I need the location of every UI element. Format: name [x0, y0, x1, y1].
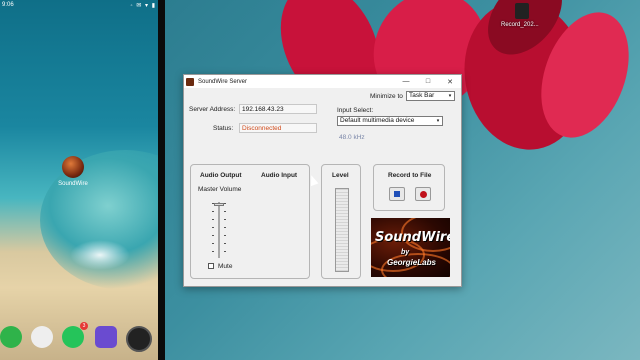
whatsapp-badge: 3 — [80, 322, 88, 330]
master-volume-slider[interactable] — [218, 202, 220, 258]
stop-icon — [394, 191, 400, 197]
record-to-file-label: Record to File — [388, 172, 432, 179]
slider-tick — [224, 203, 226, 204]
slider-tick — [224, 219, 226, 220]
level-panel: Level — [321, 164, 361, 279]
master-volume-label: Master Volume — [198, 186, 242, 193]
slider-tick — [212, 243, 214, 244]
status-label: Status: — [213, 125, 234, 132]
logo-company: GeorgieLabs — [387, 258, 436, 267]
phone-status-bar: 9:06 ◦ ✉ ▾ ▮ — [2, 2, 156, 12]
soundwire-server-window: SoundWire Server — □ ✕ Minimize to Task … — [183, 74, 462, 287]
window-title: SoundWire Server — [198, 78, 248, 85]
soundwire-app-icon — [186, 77, 194, 86]
window-titlebar[interactable]: SoundWire Server — □ ✕ — [184, 75, 461, 88]
phone-screen: 9:06 ◦ ✉ ▾ ▮ SoundWire 3 — [0, 0, 158, 360]
recording-file-icon[interactable] — [515, 3, 529, 19]
minimize-to-value: Task Bar — [409, 92, 435, 99]
mute-checkbox[interactable] — [208, 263, 214, 269]
wallpaper-foam — [70, 240, 130, 270]
close-button[interactable]: ✕ — [439, 78, 461, 86]
minimize-to-select[interactable]: Task Bar ▾ — [406, 91, 455, 101]
level-meter — [335, 188, 349, 272]
messages-icon[interactable] — [31, 326, 53, 348]
camera-icon[interactable] — [126, 326, 152, 352]
slider-tick — [224, 211, 226, 212]
slider-tick — [212, 227, 214, 228]
mute-label: Mute — [218, 263, 233, 270]
audio-input-tab[interactable]: Audio Input — [261, 172, 297, 179]
slider-tick — [212, 211, 214, 212]
master-volume-thumb[interactable] — [214, 203, 224, 206]
slider-tick — [212, 235, 214, 236]
input-select-value: Default multimedia device — [340, 117, 415, 124]
server-address-label: Server Address: — [189, 106, 236, 113]
logo-by: by — [401, 249, 410, 256]
audio-output-tab[interactable]: Audio Output — [200, 172, 242, 179]
level-label: Level — [332, 172, 349, 179]
slider-tick — [212, 219, 214, 220]
minimize-button[interactable]: — — [395, 78, 417, 86]
status-time: 9:06 — [2, 2, 14, 8]
sample-rate: 48.0 kHz — [339, 134, 365, 141]
input-select-label: Input Select: — [337, 107, 374, 114]
phone-dock: 3 — [0, 322, 158, 352]
logo-title: SoundWire — [375, 230, 450, 245]
server-address-field[interactable]: 192.168.43.23 — [239, 104, 317, 114]
soundwire-app-icon[interactable] — [62, 156, 84, 178]
input-select[interactable]: Default multimedia device ▾ — [337, 116, 443, 126]
screen-divider — [158, 0, 165, 360]
slider-tick — [224, 235, 226, 236]
audio-panel: Audio Output Audio Input Master Volume M… — [190, 164, 310, 279]
stop-button[interactable] — [389, 187, 405, 201]
status-icons: ◦ ✉ ▾ ▮ — [130, 3, 156, 9]
recording-file-label: Record_202... — [501, 22, 539, 28]
slider-tick — [224, 243, 226, 244]
gallery-icon[interactable] — [95, 326, 117, 348]
chevron-down-icon: ▾ — [436, 118, 440, 124]
maximize-button[interactable]: □ — [417, 78, 439, 86]
slider-tick — [224, 251, 226, 252]
whatsapp-icon[interactable] — [62, 326, 84, 348]
status-field: Disconnected — [239, 123, 317, 133]
record-panel: Record to File — [373, 164, 445, 211]
chevron-down-icon: ▾ — [448, 93, 452, 99]
soundwire-app-label: SoundWire — [58, 181, 88, 187]
soundwire-logo: SoundWire by GeorgieLabs — [371, 218, 450, 277]
record-button[interactable] — [415, 187, 431, 201]
minimize-to-label: Minimize to — [370, 93, 403, 100]
slider-tick — [212, 251, 214, 252]
slider-tick — [224, 227, 226, 228]
record-icon — [420, 191, 427, 198]
phone-call-icon[interactable] — [0, 326, 22, 348]
